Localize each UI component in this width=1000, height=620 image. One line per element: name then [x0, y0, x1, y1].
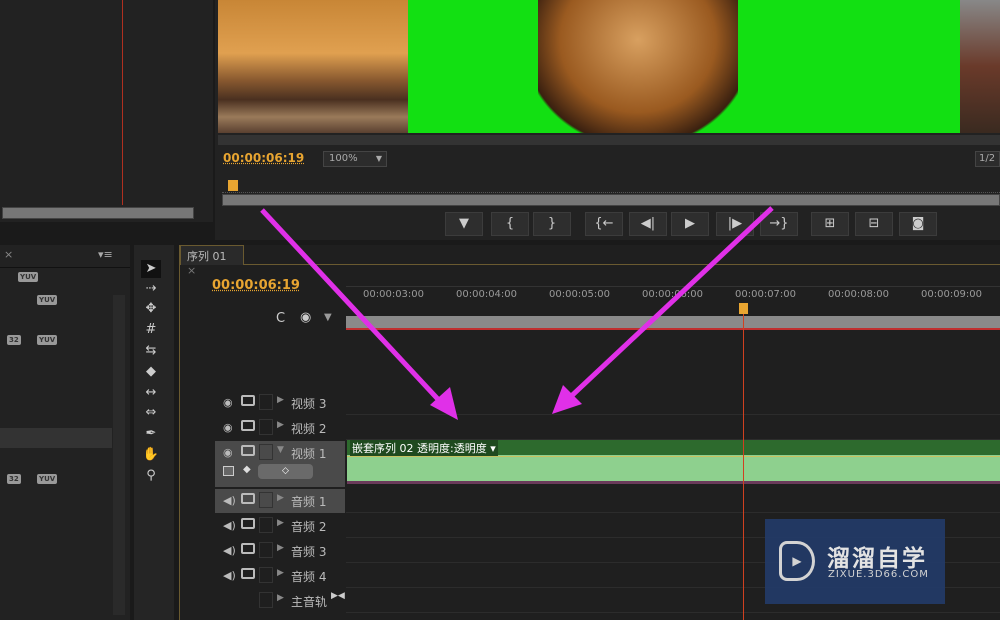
watermark-url: ZIXUE.3D66.COM: [828, 569, 929, 580]
play-logo-icon: ▶: [779, 541, 815, 581]
annotation-arrow: [563, 206, 774, 404]
watermark-title: 溜溜自学: [827, 546, 927, 572]
annotation-arrow: [260, 208, 450, 412]
watermark-logo: ▶ 溜溜自学 ZIXUE.3D66.COM: [765, 519, 945, 604]
